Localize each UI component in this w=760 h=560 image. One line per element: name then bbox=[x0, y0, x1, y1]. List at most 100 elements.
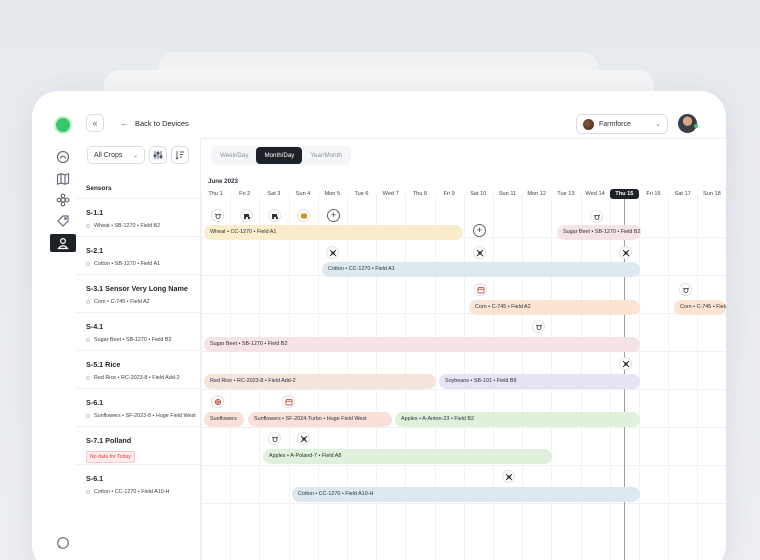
harvest-icon[interactable] bbox=[297, 209, 310, 222]
day-header[interactable]: Fri 2 bbox=[230, 189, 259, 199]
day-header[interactable]: Fri 16 bbox=[639, 189, 668, 199]
sensor-meta: Corn • C-745 • Field A2 bbox=[94, 299, 150, 305]
row-divider bbox=[201, 389, 726, 390]
crop-status-dot bbox=[86, 414, 90, 418]
day-header[interactable]: Sun 11 bbox=[493, 189, 522, 199]
day-header[interactable]: Sat 17 bbox=[668, 189, 697, 199]
crop-status-dot bbox=[86, 262, 90, 266]
crop-schedule-bar[interactable]: Corn • C-745 • Field A2 bbox=[674, 300, 726, 315]
filter-settings-button[interactable] bbox=[149, 146, 167, 164]
timeline-grid: Thu 1 Fri 2 Sat 3 Sun 4 Mon 5 Tue 6 Wed 7 Thu 8… bbox=[201, 174, 726, 560]
nav-item-users-active[interactable] bbox=[50, 234, 76, 252]
day-header[interactable]: Tue 13 bbox=[551, 189, 580, 199]
planting-icon[interactable] bbox=[211, 395, 224, 408]
tag-icon[interactable] bbox=[56, 214, 70, 228]
sensor-list-header: Sensors bbox=[76, 174, 200, 199]
sensor-row[interactable]: S-2.1 Cotton • SB-1270 • Field A1 bbox=[76, 237, 200, 275]
crop-schedule-bar[interactable]: Apples • A-Poland-7 • Field A8 bbox=[263, 449, 552, 464]
drone-icon[interactable] bbox=[619, 246, 632, 259]
crop-schedule-bar[interactable]: Soybeans • SB-101 • Field B8 bbox=[439, 374, 640, 389]
sensor-name: S-7.1 Polland bbox=[86, 436, 132, 445]
sensor-name: S-6.1 bbox=[86, 398, 104, 407]
row-divider bbox=[201, 427, 726, 428]
drone-icon[interactable] bbox=[297, 432, 310, 445]
sensor-name: S-2.1 bbox=[86, 246, 104, 255]
day-column bbox=[201, 194, 202, 560]
farm-select[interactable]: Farmforce ⌄ bbox=[576, 114, 668, 134]
crop-schedule-bar[interactable]: Sugar Beet • SB-1270 • Field B2 bbox=[557, 225, 641, 240]
day-header[interactable]: Fri 9 bbox=[435, 189, 464, 199]
app-window: « ← Back to Devices Farmforce ⌄ All Crop… bbox=[32, 91, 726, 560]
sensor-row[interactable]: S-1.1 Wheat • SB-1270 • Field B2 bbox=[76, 199, 200, 237]
crop-schedule-bar[interactable]: Sugar Beet • SB-1270 • Field B2 bbox=[204, 337, 640, 352]
nav-rail bbox=[32, 91, 76, 560]
day-header[interactable]: Sat 3 bbox=[259, 189, 288, 199]
drone-icon[interactable] bbox=[502, 470, 515, 483]
tractor-icon[interactable] bbox=[240, 209, 253, 222]
day-header[interactable]: Mon 5 bbox=[318, 189, 347, 199]
sprayer-icon[interactable] bbox=[268, 432, 281, 445]
crop-status-dot bbox=[86, 300, 90, 304]
sprayer-icon[interactable] bbox=[532, 320, 545, 333]
farm-avatar bbox=[583, 118, 594, 130]
chevron-down-icon: ⌄ bbox=[132, 152, 138, 159]
day-header[interactable]: Sat 10 bbox=[464, 189, 493, 199]
view-mode-tabs: Week/Day Month/Day Year/Month bbox=[211, 146, 351, 165]
drone-icon[interactable] bbox=[326, 246, 339, 259]
crop-schedule-bar[interactable]: Sunflowers • SF-2024-Turbo • Huge Field … bbox=[248, 412, 392, 427]
chat-icon[interactable] bbox=[56, 536, 70, 550]
day-header[interactable]: Mon 12 bbox=[522, 189, 551, 199]
sensor-name: S-1.1 bbox=[86, 208, 104, 217]
map-icon[interactable] bbox=[56, 172, 70, 186]
sliders-icon bbox=[153, 151, 163, 159]
add-event-icon[interactable]: + bbox=[473, 224, 486, 237]
tab-month-day[interactable]: Month/Day bbox=[256, 147, 303, 164]
day-column bbox=[639, 194, 640, 560]
no-data-badge: No data for Today bbox=[86, 451, 135, 463]
sort-button[interactable] bbox=[171, 146, 189, 164]
back-to-devices-link[interactable]: ← Back to Devices bbox=[120, 118, 189, 128]
add-event-icon[interactable]: + bbox=[327, 209, 340, 222]
crop-schedule-bar[interactable]: Cotton • CC-1270 • Field A10-H bbox=[292, 487, 640, 502]
calendar-icon[interactable] bbox=[282, 395, 295, 408]
crop-schedule-bar[interactable]: Apples • A-Anton-23 • Field B2 bbox=[395, 412, 640, 427]
row-divider bbox=[201, 465, 726, 466]
crop-schedule-bar[interactable]: Cotton • CC-1270 • Field A1 bbox=[322, 262, 640, 277]
day-header[interactable]: Wed 14 bbox=[581, 189, 610, 199]
crop-schedule-bar[interactable]: Corn • C-745 • Field A2 bbox=[469, 300, 640, 315]
sensor-row[interactable]: S-7.1 Polland No data for Today bbox=[76, 427, 200, 465]
tractor-icon[interactable] bbox=[268, 209, 281, 222]
crop-schedule-bar[interactable]: Sunflowers bbox=[204, 412, 244, 427]
collapse-sidebar-button[interactable]: « bbox=[86, 114, 104, 132]
sensor-row[interactable]: S-6.1 Cotton • CC-1270 • Field A10-H bbox=[76, 465, 200, 503]
sensor-row[interactable]: S-5.1 Rice Red Rice • RC-2023-8 • Field … bbox=[76, 351, 200, 389]
day-header[interactable]: Thu 8 bbox=[405, 189, 434, 199]
day-header-today[interactable]: Thu 15 bbox=[609, 189, 639, 199]
sensor-list: Sensors S-1.1 Wheat • SB-1270 • Field B2… bbox=[76, 174, 200, 503]
sort-icon bbox=[175, 151, 184, 160]
sprayer-icon[interactable] bbox=[679, 283, 692, 296]
crop-status-dot bbox=[86, 490, 90, 494]
crop-schedule-bar[interactable]: Wheat • CC-1270 • Field A1 bbox=[204, 225, 463, 240]
plant-icon[interactable] bbox=[56, 193, 70, 207]
dashboard-icon[interactable] bbox=[56, 150, 70, 164]
sprayer-icon[interactable] bbox=[211, 209, 224, 222]
app-logo[interactable] bbox=[56, 118, 70, 132]
crop-filter-select[interactable]: All Crops ⌄ bbox=[87, 146, 145, 164]
back-label: Back to Devices bbox=[135, 118, 189, 128]
drone-icon[interactable] bbox=[619, 357, 632, 370]
day-header[interactable]: Tue 6 bbox=[347, 189, 376, 199]
sensor-row[interactable]: S-6.1 Sunflowers • SF-2023-8 • Huge Fiel… bbox=[76, 389, 200, 427]
tab-year-month[interactable]: Year/Month bbox=[302, 147, 349, 164]
day-header[interactable]: Wed 7 bbox=[376, 189, 405, 199]
day-header[interactable]: Thu 1 bbox=[201, 189, 230, 199]
day-header[interactable]: Sun 18 bbox=[697, 189, 726, 199]
sprayer-icon[interactable] bbox=[590, 210, 603, 223]
calendar-icon[interactable] bbox=[474, 283, 487, 296]
day-header[interactable]: Sun 4 bbox=[289, 189, 318, 199]
drone-icon[interactable] bbox=[473, 246, 486, 259]
tab-week-day[interactable]: Week/Day bbox=[212, 147, 256, 164]
sensor-row[interactable]: S-3.1 Sensor Very Long Name Corn • C-745… bbox=[76, 275, 200, 313]
sensor-row[interactable]: S-4.1 Sugar Beet • SB-1270 • Field B2 bbox=[76, 313, 200, 351]
crop-schedule-bar[interactable]: Red Rice • RC-2023-8 • Field Add-2 bbox=[204, 374, 436, 389]
